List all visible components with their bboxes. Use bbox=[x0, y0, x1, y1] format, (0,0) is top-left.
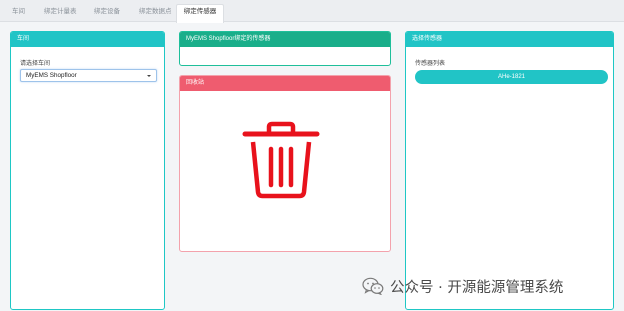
sensor-select-header: 选择传感器 bbox=[406, 32, 613, 47]
trash-icon[interactable] bbox=[241, 121, 321, 199]
wechat-icon bbox=[362, 277, 384, 295]
workshop-select[interactable]: MyEMS Shopfloor bbox=[20, 69, 157, 82]
workshop-select-value: MyEMS Shopfloor bbox=[26, 72, 77, 79]
tab-bind-sensor[interactable]: 绑定传感器 bbox=[176, 4, 224, 23]
workshop-panel: 车间 请选择车间 MyEMS Shopfloor bbox=[10, 31, 165, 310]
tab-bind-meter[interactable]: 绑定计量表 bbox=[44, 5, 77, 22]
bound-sensors-header: MyEMS Shopfloor绑定的传感器 bbox=[180, 32, 390, 47]
watermark-text: 公众号 · 开源能源管理系统 bbox=[390, 279, 564, 296]
tab-bind-datapoint[interactable]: 绑定数据点 bbox=[139, 5, 172, 22]
recycle-bin-header: 回收站 bbox=[180, 76, 390, 91]
recycle-bin-panel: 回收站 bbox=[179, 75, 391, 252]
caret-down-icon bbox=[147, 75, 151, 77]
watermark: 公众号 · 开源能源管理系统 bbox=[362, 276, 563, 296]
tab-workshop[interactable]: 车间 bbox=[12, 5, 25, 22]
workshop-select-label: 请选择车间 bbox=[20, 61, 51, 67]
bound-sensors-panel: MyEMS Shopfloor绑定的传感器 bbox=[179, 31, 391, 66]
sensor-select-panel: 选择传感器 传感器列表 AHe-1821 bbox=[405, 31, 614, 310]
workshop-panel-header: 车间 bbox=[11, 32, 164, 47]
tab-bar: 车间 绑定计量表 绑定设备 绑定数据点 绑定传感器 bbox=[0, 0, 624, 23]
sensor-item[interactable]: AHe-1821 bbox=[415, 70, 608, 84]
sensor-list-label: 传感器列表 bbox=[415, 61, 446, 67]
tab-bind-equipment[interactable]: 绑定设备 bbox=[94, 5, 120, 22]
